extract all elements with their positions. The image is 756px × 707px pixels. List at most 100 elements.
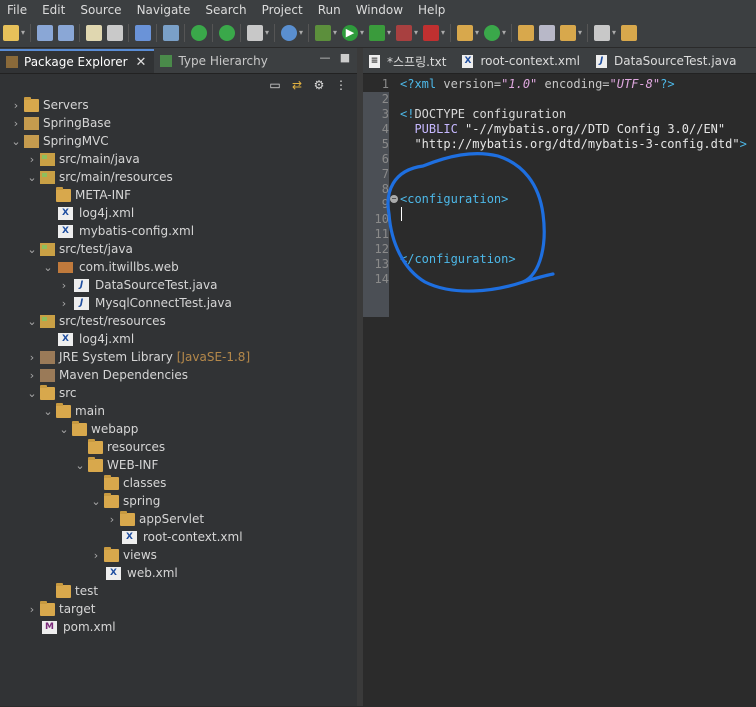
tree-item[interactable]: › J DataSourceTest.java — [0, 276, 357, 294]
collapsed-chevron-icon[interactable]: › — [88, 549, 104, 562]
globe-dropdown-icon[interactable]: ▾ — [299, 25, 305, 41]
tree-item[interactable]: ⌄ src/test/resources — [0, 312, 357, 330]
tree-item[interactable]: Xroot-context.xml — [0, 528, 357, 546]
tree-item[interactable]: ⌄ webapp — [0, 420, 357, 438]
collapsed-chevron-icon[interactable]: › — [24, 369, 40, 382]
minimize-icon[interactable]: — — [319, 52, 331, 64]
tree-item[interactable]: resources — [0, 438, 357, 456]
coverage-icon[interactable] — [369, 25, 385, 41]
collapsed-chevron-icon[interactable]: › — [24, 603, 40, 616]
tree-item[interactable]: ⌄ SpringMVC — [0, 132, 357, 150]
stop-dropdown-icon[interactable]: ▾ — [414, 25, 420, 41]
collapsed-chevron-icon[interactable]: › — [8, 117, 24, 130]
menu-help[interactable]: Help — [411, 3, 453, 17]
package-icon[interactable] — [247, 25, 263, 41]
tree-item[interactable]: ⌄ src/test/java — [0, 240, 357, 258]
stop-icon[interactable] — [396, 25, 412, 41]
collapsed-chevron-icon[interactable]: › — [24, 351, 40, 364]
tree-item[interactable]: › SpringBase — [0, 114, 357, 132]
expanded-chevron-icon[interactable]: ⌄ — [24, 243, 40, 256]
tree-item[interactable]: › src/main/java — [0, 150, 357, 168]
save-all-icon[interactable] — [58, 25, 74, 41]
expanded-chevron-icon[interactable]: ⌄ — [40, 261, 56, 274]
new-dropdown-icon[interactable]: ▾ — [21, 25, 27, 41]
menu-file[interactable]: File — [0, 3, 35, 17]
close-icon[interactable]: ✕ — [136, 55, 147, 70]
editor-tab-datasourcetest[interactable]: J DataSourceTest.java — [590, 49, 746, 73]
tree-item[interactable]: › appServlet — [0, 510, 357, 528]
next-annotation-icon[interactable] — [594, 25, 610, 41]
tree-item[interactable]: Xlog4j.xml — [0, 330, 357, 348]
menu-navigate[interactable]: Navigate — [130, 3, 199, 17]
new-icon[interactable] — [3, 25, 19, 41]
tree-item[interactable]: ⌄ main — [0, 402, 357, 420]
expanded-chevron-icon[interactable]: ⌄ — [24, 315, 40, 328]
expanded-chevron-icon[interactable]: ⌄ — [24, 171, 40, 184]
menu-search[interactable]: Search — [198, 3, 254, 17]
refresh-server-icon[interactable] — [219, 25, 235, 41]
debug-icon[interactable] — [315, 25, 331, 41]
expanded-chevron-icon[interactable]: ⌄ — [24, 387, 40, 400]
tree-item[interactable]: › Maven Dependencies — [0, 366, 357, 384]
globe-icon[interactable] — [281, 25, 297, 41]
collapsed-chevron-icon[interactable]: › — [56, 297, 72, 310]
menu-source[interactable]: Source — [73, 3, 129, 17]
tree-item[interactable]: › JRE System Library [JavaSE-1.8] — [0, 348, 357, 366]
tree-item[interactable]: classes — [0, 474, 357, 492]
link-with-editor-icon[interactable]: ⇄ — [289, 77, 305, 93]
open-type-icon[interactable] — [518, 25, 534, 41]
tree-item[interactable]: ⌄ src/main/resources — [0, 168, 357, 186]
collapsed-chevron-icon[interactable]: › — [104, 513, 120, 526]
tree-item[interactable]: Xmybatis-config.xml — [0, 222, 357, 240]
tree-item[interactable]: › views — [0, 546, 357, 564]
remote-icon[interactable] — [163, 25, 179, 41]
editor-tab-spring-txt[interactable]: ≡ *스프링.txt — [363, 49, 456, 73]
run-icon[interactable]: ▶ — [342, 25, 358, 41]
tree-item[interactable]: › J MysqlConnectTest.java — [0, 294, 357, 312]
package-dropdown-icon[interactable]: ▾ — [265, 25, 271, 41]
tree-item[interactable]: Xlog4j.xml — [0, 204, 357, 222]
new-class-dropdown-icon[interactable]: ▾ — [502, 25, 508, 41]
previous-annotation-icon[interactable] — [621, 25, 637, 41]
tree-item[interactable]: ⌄ src — [0, 384, 357, 402]
run-dropdown-icon[interactable]: ▾ — [360, 25, 366, 41]
tree-item[interactable]: META-INF — [0, 186, 357, 204]
toggle-mark-icon[interactable] — [107, 25, 123, 41]
menu-run[interactable]: Run — [311, 3, 349, 17]
collapse-all-icon[interactable]: ▭ — [267, 77, 283, 93]
server-start-icon[interactable] — [191, 25, 207, 41]
maximize-icon[interactable]: ■ — [339, 52, 351, 64]
console-icon[interactable] — [135, 25, 151, 41]
editor-tab-root-context[interactable]: X root-context.xml — [456, 49, 590, 73]
tab-package-explorer[interactable]: Package Explorer ✕ — [0, 49, 155, 73]
menu-window[interactable]: Window — [349, 3, 411, 17]
collapsed-chevron-icon[interactable]: › — [56, 279, 72, 292]
view-menu-icon[interactable]: ⋮ — [333, 77, 349, 93]
tree-item[interactable]: ⌄ spring — [0, 492, 357, 510]
collapsed-chevron-icon[interactable]: › — [8, 99, 24, 112]
new-class-icon[interactable] — [484, 25, 500, 41]
next-annotation-dropdown-icon[interactable]: ▾ — [612, 25, 618, 41]
tree-item[interactable]: ⌄ WEB-INF — [0, 456, 357, 474]
xml-editor[interactable]: 1 2 3 4 5 6 7 8 9 10 11 12 13 14 − <?xml… — [363, 74, 756, 707]
tree-item[interactable]: › target — [0, 600, 357, 618]
menu-edit[interactable]: Edit — [35, 3, 73, 17]
open-task-icon[interactable] — [539, 25, 555, 41]
tree-item[interactable]: › Servers — [0, 96, 357, 114]
new-java-project-icon[interactable] — [457, 25, 473, 41]
external-tools-icon[interactable] — [423, 25, 439, 41]
tab-type-hierarchy[interactable]: Type Hierarchy — [154, 49, 275, 73]
tree-item[interactable]: Xweb.xml — [0, 564, 357, 582]
tree-item[interactable]: test — [0, 582, 357, 600]
skip-breakpoints-icon[interactable] — [86, 25, 102, 41]
external-tools-dropdown-icon[interactable]: ▾ — [441, 25, 447, 41]
menu-project[interactable]: Project — [255, 3, 311, 17]
tree-item[interactable]: Mpom.xml — [0, 618, 357, 636]
debug-dropdown-icon[interactable]: ▾ — [333, 25, 339, 41]
tree-item[interactable]: ⌄ com.itwillbs.web — [0, 258, 357, 276]
expanded-chevron-icon[interactable]: ⌄ — [72, 459, 88, 472]
expanded-chevron-icon[interactable]: ⌄ — [56, 423, 72, 436]
expanded-chevron-icon[interactable]: ⌄ — [40, 405, 56, 418]
collapsed-chevron-icon[interactable]: › — [24, 153, 40, 166]
coverage-dropdown-icon[interactable]: ▾ — [387, 25, 393, 41]
